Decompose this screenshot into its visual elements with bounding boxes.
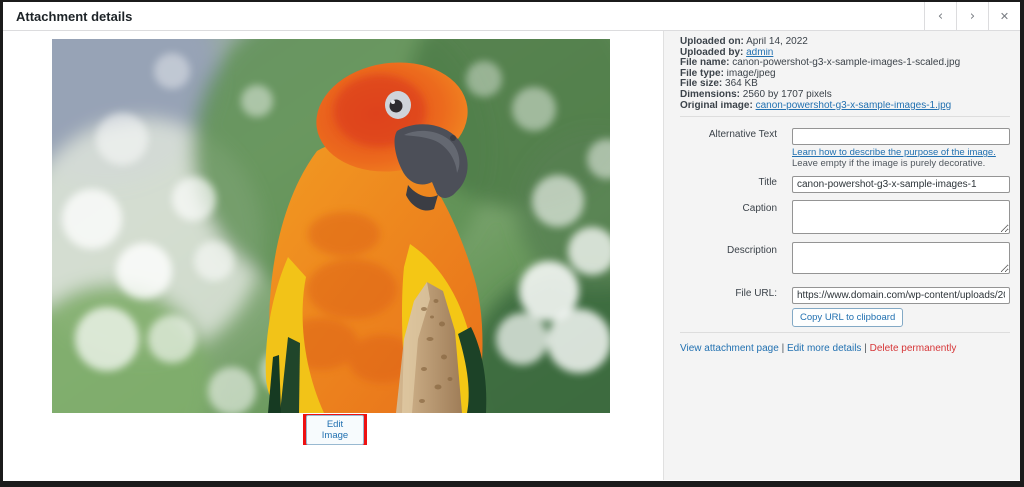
file-url-label: File URL: bbox=[680, 285, 792, 299]
alt-text-helper: Learn how to describe the purpose of the… bbox=[792, 148, 1010, 169]
title-input[interactable] bbox=[792, 176, 1010, 193]
attachment-meta: Uploaded on: April 14, 2022 Uploaded by:… bbox=[680, 37, 1010, 111]
meta-value: 2560 by 1707 pixels bbox=[740, 90, 832, 100]
attachment-settings-form: Alternative Text Learn how to describe t… bbox=[680, 117, 1010, 327]
previous-attachment-button[interactable]: ‹ bbox=[924, 2, 956, 30]
action-separator: | bbox=[864, 343, 867, 354]
description-textarea[interactable] bbox=[792, 242, 1010, 274]
meta-value: 364 KB bbox=[722, 79, 758, 89]
meta-uploaded-by: Uploaded by: admin bbox=[680, 48, 1010, 59]
meta-label: File size: bbox=[680, 79, 722, 89]
close-modal-button[interactable]: ✕ bbox=[988, 2, 1020, 30]
attachment-details-modal: Attachment details ‹ › ✕ bbox=[0, 0, 1024, 487]
attachment-actions: View attachment page | Edit more details… bbox=[680, 333, 1010, 354]
attachment-preview-image bbox=[52, 39, 610, 413]
description-label: Description bbox=[680, 242, 792, 256]
meta-label: File type: bbox=[680, 69, 724, 79]
title-row: Title bbox=[680, 174, 1010, 193]
annotation-box: Edit Image bbox=[303, 414, 367, 445]
close-icon: ✕ bbox=[1000, 11, 1009, 22]
meta-value: image/jpeg bbox=[724, 69, 776, 79]
meta-file-type: File type: image/jpeg bbox=[680, 69, 1010, 80]
file-url-row: File URL: bbox=[680, 285, 1010, 304]
modal-titlebar: Attachment details ‹ › ✕ bbox=[3, 2, 1020, 31]
alt-text-label: Alternative Text bbox=[680, 126, 792, 140]
modal-nav-buttons: ‹ › ✕ bbox=[924, 2, 1020, 30]
caption-textarea[interactable] bbox=[792, 200, 1010, 234]
modal-content: Edit Image Uploaded on: April 14, 2022 U… bbox=[3, 31, 1020, 480]
media-pane: Edit Image bbox=[3, 31, 663, 480]
meta-file-name: File name: canon-powershot-g3-x-sample-i… bbox=[680, 58, 1010, 69]
chevron-left-icon: ‹ bbox=[938, 10, 943, 23]
meta-label: File name: bbox=[680, 58, 729, 68]
meta-label: Original image: bbox=[680, 101, 753, 111]
edit-image-button[interactable]: Edit Image bbox=[306, 415, 364, 445]
meta-value: canon-powershot-g3-x-sample-images-1-sca… bbox=[729, 58, 960, 68]
meta-original-image: Original image: canon-powershot-g3-x-sam… bbox=[680, 101, 1010, 112]
copy-url-button[interactable]: Copy URL to clipboard bbox=[792, 308, 903, 327]
edit-more-details-link[interactable]: Edit more details bbox=[787, 343, 861, 354]
meta-label: Uploaded on: bbox=[680, 37, 744, 47]
meta-value: April 14, 2022 bbox=[744, 37, 808, 47]
description-row: Description bbox=[680, 242, 1010, 274]
copy-url-row: Copy URL to clipboard bbox=[680, 307, 1010, 327]
alt-text-input[interactable] bbox=[792, 128, 1010, 145]
meta-label: Dimensions: bbox=[680, 90, 740, 100]
alt-text-helper-rest: Leave empty if the image is purely decor… bbox=[792, 158, 985, 169]
caption-label: Caption bbox=[680, 200, 792, 214]
delete-permanently-link[interactable]: Delete permanently bbox=[870, 343, 957, 354]
meta-file-size: File size: 364 KB bbox=[680, 79, 1010, 90]
alt-text-row: Alternative Text Learn how to describe t… bbox=[680, 126, 1010, 169]
next-attachment-button[interactable]: › bbox=[956, 2, 988, 30]
meta-dimensions: Dimensions: 2560 by 1707 pixels bbox=[680, 90, 1010, 101]
meta-label: Uploaded by: bbox=[680, 48, 743, 58]
learn-how-link[interactable]: Learn how to describe the purpose of the… bbox=[792, 147, 996, 158]
action-separator: | bbox=[782, 343, 785, 354]
details-pane: Uploaded on: April 14, 2022 Uploaded by:… bbox=[663, 31, 1020, 480]
file-url-input[interactable] bbox=[792, 287, 1010, 304]
caption-row: Caption bbox=[680, 200, 1010, 234]
view-attachment-page-link[interactable]: View attachment page bbox=[680, 343, 779, 354]
modal-title: Attachment details bbox=[3, 9, 924, 24]
title-label: Title bbox=[680, 174, 792, 188]
meta-uploaded-on: Uploaded on: April 14, 2022 bbox=[680, 37, 1010, 48]
uploaded-by-link[interactable]: admin bbox=[746, 48, 773, 58]
chevron-right-icon: › bbox=[970, 10, 975, 23]
original-image-link[interactable]: canon-powershot-g3-x-sample-images-1.jpg bbox=[756, 101, 952, 111]
